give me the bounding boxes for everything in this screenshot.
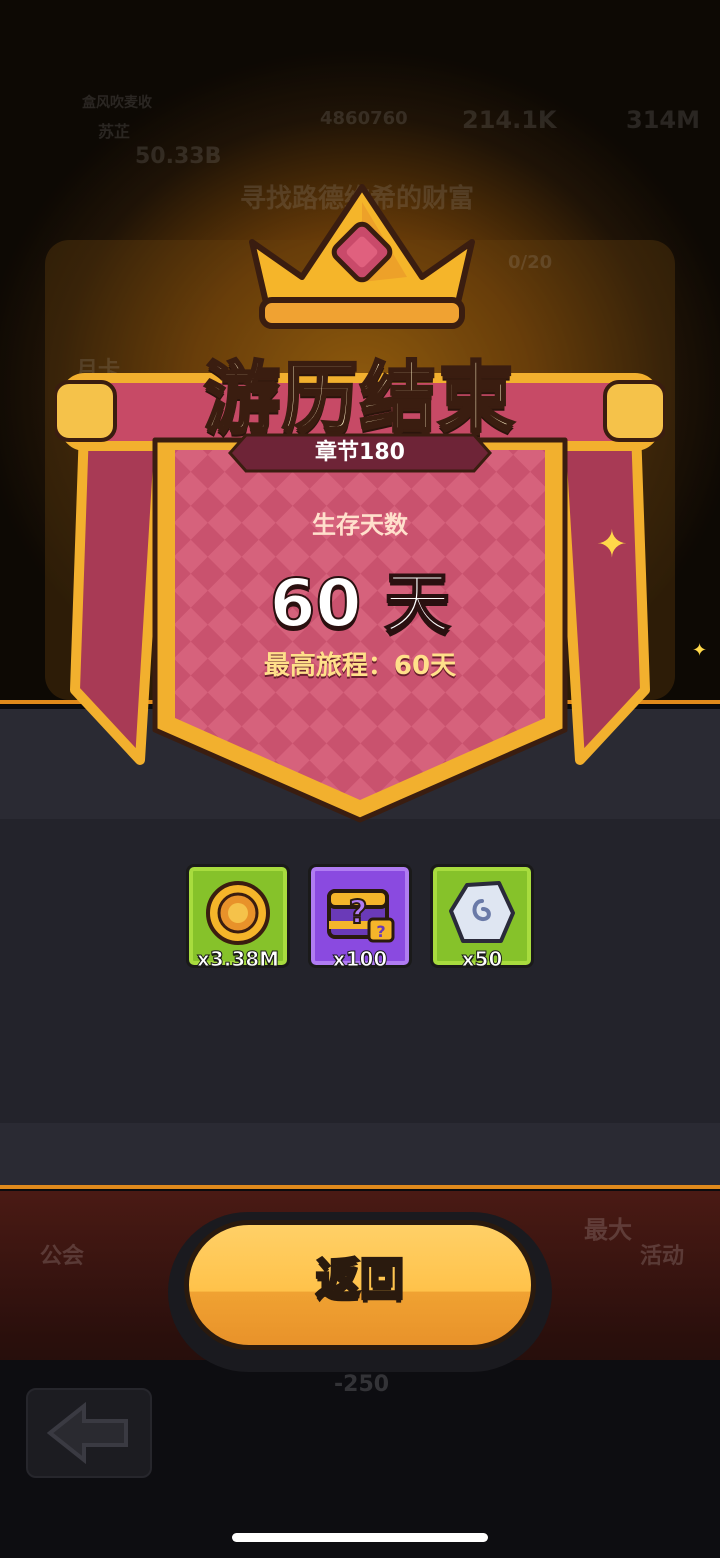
left-arrow-icon — [46, 1401, 128, 1465]
reward-qty: x100 — [332, 947, 388, 972]
mystery-chest-icon: ? ? — [327, 889, 395, 943]
back-arrow-button[interactable] — [26, 1388, 152, 1478]
max-label: 最大 — [584, 1216, 632, 1244]
svg-text:?: ? — [376, 922, 385, 941]
rune-stone-icon — [449, 881, 515, 943]
best-record: 最高旅程：60天 — [263, 651, 457, 681]
svg-text:?: ? — [349, 893, 368, 931]
divider-bottom — [0, 1185, 720, 1189]
reward-qty: x50 — [461, 947, 503, 972]
reward-mystery-chest[interactable]: ? ? x100 — [308, 864, 412, 972]
sparkle-icon: ✦ — [596, 522, 628, 566]
return-button[interactable] — [184, 1220, 536, 1350]
reward-rune-stone[interactable]: x50 — [430, 864, 534, 972]
gold-coin-icon — [206, 881, 270, 945]
home-indicator — [232, 1533, 488, 1542]
result-title: 游历结束 — [203, 352, 516, 444]
sparkle-icon-small: ✦ — [692, 640, 708, 661]
footer-band — [0, 1123, 720, 1185]
reward-gold-coin[interactable]: x3.38M — [186, 864, 290, 972]
activity-label: 活动 — [640, 1244, 685, 1269]
crown-icon — [249, 184, 475, 329]
guild-label: 公会 — [40, 1244, 85, 1269]
energy-cost: -250 — [334, 1372, 390, 1397]
reward-qty: x3.38M — [196, 947, 280, 972]
chapter-label: 章节180 — [315, 440, 405, 465]
